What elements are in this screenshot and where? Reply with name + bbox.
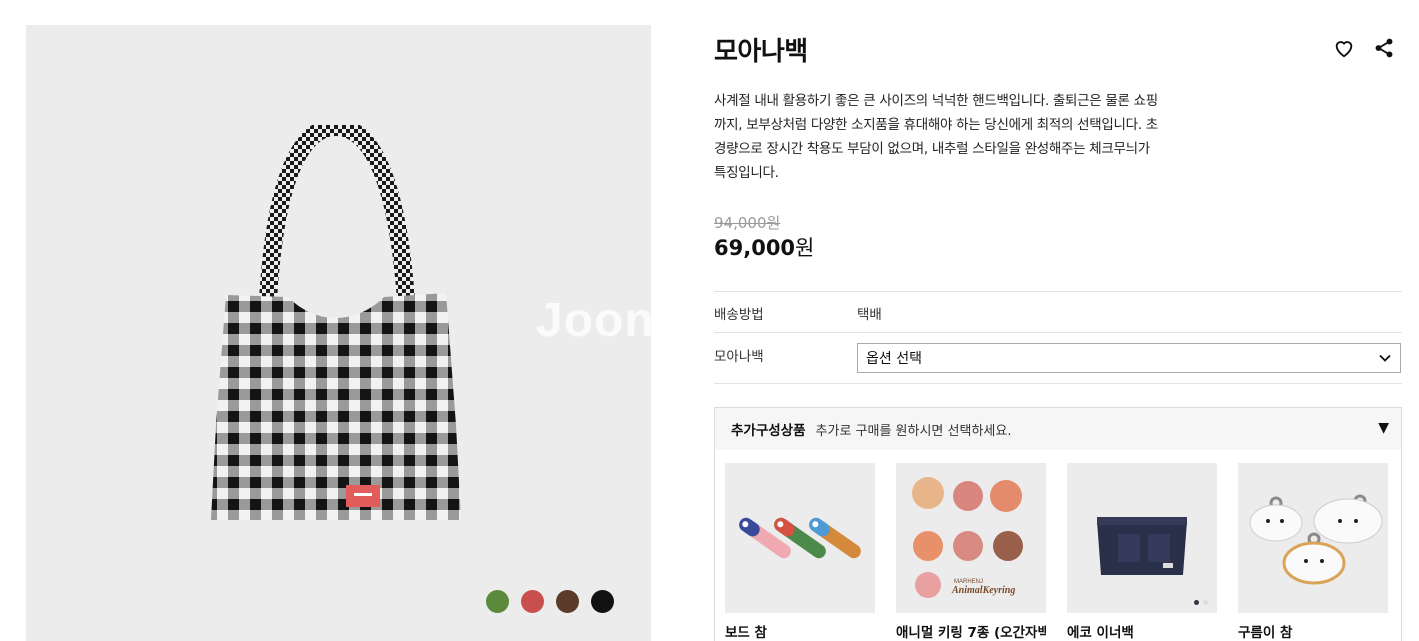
shipping-label: 배송방법 [714, 307, 764, 323]
color-swatches [486, 590, 614, 613]
addon-thumb-eco-inner-bag [1067, 463, 1217, 613]
addon-header[interactable]: 추가구성상품 추가로 구매를 원하시면 선택하세요. ▼ [715, 408, 1401, 450]
product-title: 모아나백 [714, 37, 808, 67]
option-select[interactable]: 옵션 선택 [857, 343, 1401, 373]
addon-item-name: 에코 이너백 [1067, 625, 1134, 641]
addon-subtitle: 추가로 구매를 원하시면 선택하세요. [815, 423, 1012, 439]
share-icon[interactable] [1372, 36, 1396, 60]
color-swatch-black[interactable] [591, 590, 614, 613]
chevron-down-icon [1379, 354, 1391, 362]
collapse-arrow-icon[interactable]: ▼ [1378, 420, 1389, 436]
addon-thumb-cloud-charm [1238, 463, 1388, 613]
divider [714, 383, 1402, 384]
carousel-dot[interactable] [1203, 600, 1208, 605]
sale-price: 69,000원 [714, 232, 814, 262]
addon-item-name: 애니멀 키링 7종 (오간자백 [896, 625, 1046, 641]
image-watermark: Joon [536, 294, 651, 347]
shipping-value: 택배 [857, 307, 882, 323]
sale-price-value: 69,000 [714, 236, 796, 260]
color-swatch-green[interactable] [486, 590, 509, 613]
option-label: 모아나백 [714, 349, 764, 365]
option-select-value: 옵션 선택 [866, 351, 922, 367]
product-image-gallery[interactable]: Joon [26, 25, 651, 641]
product-image-bag [211, 125, 461, 520]
color-swatch-red[interactable] [521, 590, 544, 613]
carousel-dots [1194, 600, 1208, 605]
addon-thumb-animal-keyring: MARHENJ AnimalKeyring [896, 463, 1046, 613]
product-info-panel: 모아나백 사계절 내내 활용하기 좋은 큰 사이즈의 넉넉한 핸드백입니다. 출… [714, 0, 1402, 641]
color-swatch-brown[interactable] [556, 590, 579, 613]
addon-item-board-charm[interactable]: 보드 참 [725, 463, 875, 641]
addon-thumb-board-charm [725, 463, 875, 613]
addon-items: 보드 참 MARHENJ AnimalKeyring 애니멀 키링 7종 (오간… [725, 463, 1388, 641]
divider [714, 291, 1402, 292]
sale-price-unit: 원 [795, 236, 815, 260]
carousel-dot[interactable] [1194, 600, 1199, 605]
divider [714, 332, 1402, 333]
addon-products-panel: 추가구성상품 추가로 구매를 원하시면 선택하세요. ▼ 보드 참 MARHEN… [714, 407, 1402, 641]
heart-icon[interactable] [1332, 36, 1356, 60]
addon-item-name: 보드 참 [725, 625, 767, 641]
addon-item-cloud-charm[interactable]: 구름이 참 [1238, 463, 1388, 641]
addon-item-name: 구름이 참 [1238, 625, 1293, 641]
product-description: 사계절 내내 활용하기 좋은 큰 사이즈의 넉넉한 핸드백입니다. 출퇴근은 물… [714, 93, 1158, 181]
addon-item-animal-keyring[interactable]: MARHENJ AnimalKeyring 애니멀 키링 7종 (오간자백 [896, 463, 1046, 641]
original-price: 94,000원 [714, 214, 781, 232]
keyring-caption: AnimalKeyring [951, 585, 1015, 596]
addon-item-eco-inner-bag[interactable]: 에코 이너백 [1067, 463, 1217, 641]
addon-title: 추가구성상품 [731, 423, 806, 439]
